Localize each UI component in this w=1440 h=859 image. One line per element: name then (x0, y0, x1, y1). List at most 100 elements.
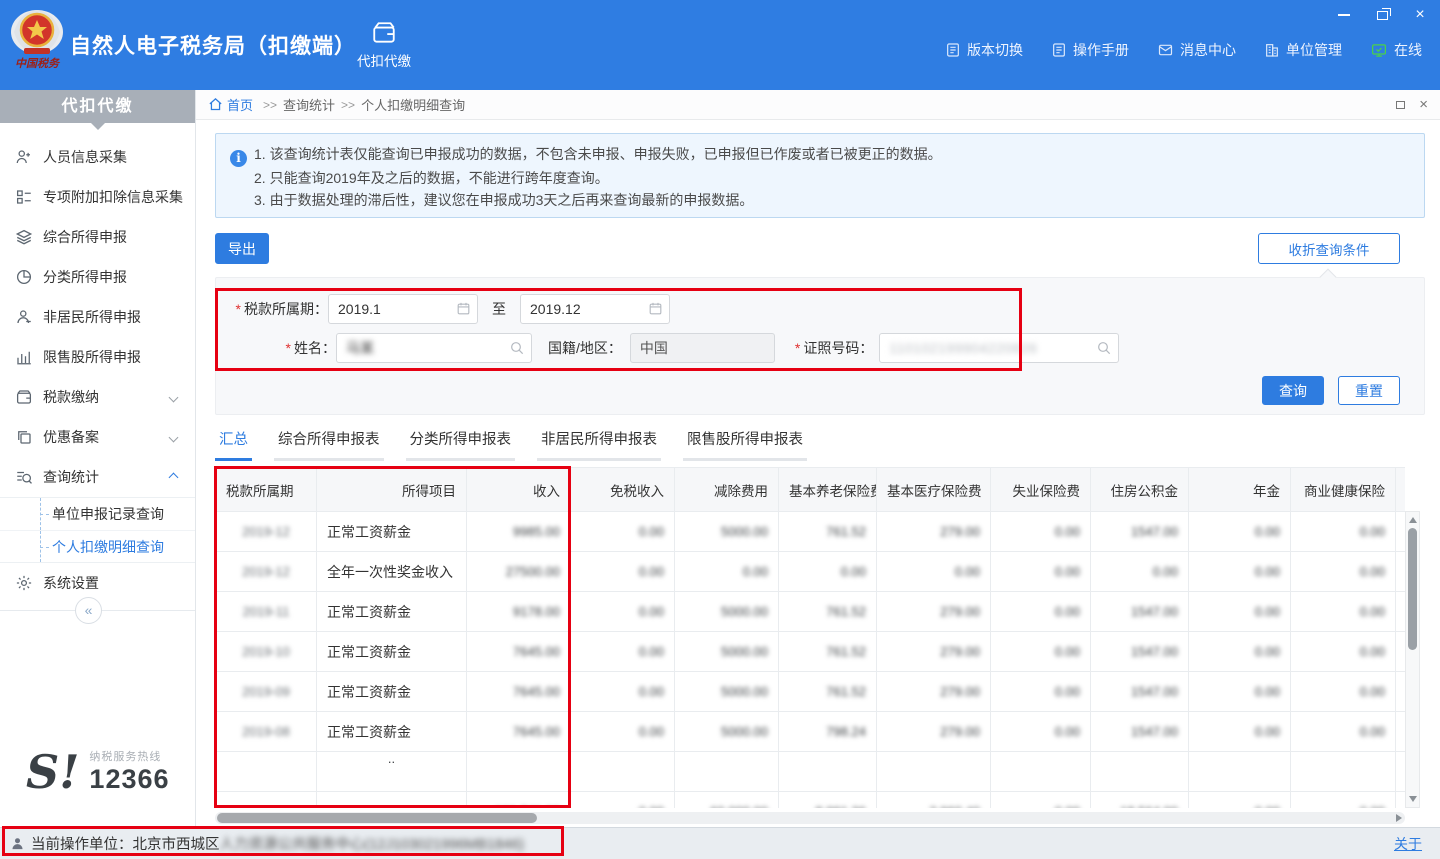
reset-button[interactable]: 重置 (1338, 376, 1400, 405)
panel-controls: × (1396, 96, 1428, 113)
module-tab-label: 代扣代缴 (348, 50, 420, 70)
window-restore-button[interactable] (1374, 7, 1390, 23)
sidebar-item-special-deduction[interactable]: 专项附加扣除信息采集 (0, 177, 195, 217)
hotline-logo: S! 纳税服务热线 12366 (26, 748, 170, 795)
window-close-button[interactable]: × (1412, 7, 1428, 23)
form-actions: 查询 重置 (1262, 376, 1400, 405)
horizontal-scrollbar[interactable] (215, 812, 1405, 824)
table-row[interactable]: 2019-12 全年一次性奖金收入 27500.00 0.00 0.00 0.0… (216, 552, 1406, 592)
horizontal-scroll-thumb[interactable] (217, 813, 537, 823)
about-link[interactable]: 关于 (1394, 834, 1422, 854)
period-row: *税款所属期： 2019.1 至 2019.12 (224, 294, 670, 324)
scroll-down-arrow-icon[interactable] (1409, 796, 1417, 802)
query-statistics-submenu: 单位申报记录查询 个人扣缴明细查询 (0, 497, 195, 563)
copy-icon (15, 428, 33, 446)
name-input[interactable]: 马某 (336, 333, 532, 363)
form-list-icon (15, 188, 33, 206)
table-header-cell: 商业健康保险 (1291, 468, 1396, 512)
building-icon (1264, 42, 1280, 58)
table-total-row: -- -- 161,741.00 0.00 60,000.00 8,991.36… (216, 792, 1406, 809)
scroll-right-arrow-icon[interactable] (1396, 814, 1402, 822)
menu-message-center[interactable]: 消息中心 (1157, 40, 1236, 60)
vertical-scroll-thumb[interactable] (1408, 528, 1417, 650)
breadcrumb-level1: 查询统计 (283, 95, 335, 114)
table-row[interactable]: 2019-09 正常工资薪金 7645.00 0.00 5000.00 761.… (216, 672, 1406, 712)
export-button[interactable]: 导出 (215, 233, 269, 264)
sidebar-item-nonresident-income[interactable]: 非居民所得申报 (0, 297, 195, 337)
search-icon[interactable] (1096, 340, 1112, 356)
sidebar-menu: 人员信息采集 专项附加扣除信息采集 综合所得申报 分类所得申报 非居民所得申报 … (0, 123, 195, 603)
period-to-input[interactable]: 2019.12 (520, 294, 670, 324)
table-row[interactable]: 2019-12 正常工资薪金 9985.00 0.00 5000.00 761.… (216, 512, 1406, 552)
panel-restore-button[interactable] (1396, 101, 1405, 109)
sidebar-item-preferential-filing[interactable]: 优惠备案 (0, 417, 195, 457)
table-header-cell: 年金 (1189, 468, 1291, 512)
sidebar-item-personnel-info[interactable]: 人员信息采集 (0, 137, 195, 177)
panel-close-button[interactable]: × (1419, 96, 1428, 113)
form-notch (1320, 269, 1337, 286)
menu-unit-management[interactable]: 单位管理 (1264, 40, 1342, 60)
user-icon (10, 836, 25, 851)
emblem-icon (10, 6, 64, 58)
header-menu: 版本切换 操作手册 消息中心 单位管理 在线 (945, 40, 1422, 60)
name-value: 马某 (346, 338, 374, 358)
table-row[interactable]: 2019-08 正常工资薪金 7645.00 0.00 5000.00 798.… (216, 712, 1406, 752)
status-bar: 当前操作单位：北京市西城区 人力资源公共服务中心(12J103021996MB1… (0, 827, 1440, 859)
document-icon (1051, 42, 1067, 58)
sidebar-item-tax-payment[interactable]: 税款缴纳 (0, 377, 195, 417)
sidebar-item-classified-income[interactable]: 分类所得申报 (0, 257, 195, 297)
sidebar: 代扣代缴 人员信息采集 专项附加扣除信息采集 综合所得申报 分类所得申报 非居民… (0, 90, 196, 827)
tab-comprehensive-income[interactable]: 综合所得申报表 (274, 428, 384, 461)
chevron-up-icon (169, 472, 179, 482)
scroll-up-arrow-icon[interactable] (1409, 517, 1417, 523)
id-number-value: 110102199904220826 (889, 340, 1037, 356)
home-icon (208, 97, 223, 112)
period-to-label: 至 (492, 299, 506, 319)
bar-chart-icon (15, 348, 33, 366)
window-minimize-button[interactable] (1336, 7, 1352, 23)
table-partial-row: .. (216, 752, 1406, 792)
search-icon[interactable] (509, 340, 525, 356)
gear-icon (15, 574, 33, 592)
sidebar-item-restricted-stock[interactable]: 限售股所得申报 (0, 337, 195, 377)
tab-nonresident-income[interactable]: 非居民所得申报表 (537, 428, 661, 461)
mail-icon (1157, 42, 1174, 58)
table-row[interactable]: 2019-11 正常工资薪金 9178.00 0.00 5000.00 761.… (216, 592, 1406, 632)
calendar-icon[interactable] (648, 301, 663, 316)
table-header-cell: 基本医疗保险费 (877, 468, 991, 512)
chevron-down-icon (169, 392, 179, 402)
person-icon (15, 308, 33, 326)
chevron-down-icon (169, 432, 179, 442)
sidebar-collapse-button[interactable]: « (75, 597, 102, 624)
sidebar-subitem-personal-withholding-detail[interactable]: 个人扣缴明细查询 (0, 530, 195, 562)
sidebar-subitem-unit-declaration-record[interactable]: 单位申报记录查询 (0, 498, 195, 530)
menu-version-switch[interactable]: 版本切换 (945, 40, 1023, 60)
table-header-cell: 税款所属期 (216, 468, 317, 512)
table-header-cell: 失业保险费 (991, 468, 1091, 512)
query-button[interactable]: 查询 (1262, 376, 1324, 405)
notice-line-3: 3. 由于数据处理的滞后性，建议您在申报成功3天之后再来查询最新的申报数据。 (230, 189, 1410, 211)
wallet-icon (15, 388, 33, 406)
tab-restricted-stock[interactable]: 限售股所得申报表 (683, 428, 807, 461)
table-row[interactable]: 2019-10 正常工资薪金 7645.00 0.00 5000.00 761.… (216, 632, 1406, 672)
name-label: 姓名： (294, 340, 336, 356)
vertical-scrollbar[interactable] (1405, 511, 1420, 808)
breadcrumb-home[interactable]: 首页 (227, 95, 253, 114)
hotline-number: 12366 (89, 764, 169, 795)
calendar-icon[interactable] (456, 301, 471, 316)
tax-emblem-logo: 中国税务 (10, 6, 64, 70)
sidebar-item-comprehensive-income[interactable]: 综合所得申报 (0, 217, 195, 257)
collapse-query-button[interactable]: 收折查询条件 (1258, 233, 1400, 264)
id-number-input[interactable]: 110102199904220826 (879, 333, 1119, 363)
menu-online-status[interactable]: 在线 (1370, 40, 1422, 60)
person-add-icon (15, 148, 33, 166)
menu-operation-manual[interactable]: 操作手册 (1051, 40, 1129, 60)
module-tab-withholding[interactable]: 代扣代缴 (348, 20, 420, 70)
period-from-input[interactable]: 2019.1 (328, 294, 478, 324)
sidebar-item-query-statistics[interactable]: 查询统计 (0, 457, 195, 497)
tab-classified-income[interactable]: 分类所得申报表 (406, 428, 516, 461)
report-tabs: 汇总 综合所得申报表 分类所得申报表 非居民所得申报表 限售股所得申报表 (215, 428, 807, 461)
sidebar-item-system-settings[interactable]: 系统设置 (0, 563, 195, 603)
hotline-label: 纳税服务热线 (89, 748, 169, 764)
tab-summary[interactable]: 汇总 (215, 428, 252, 461)
